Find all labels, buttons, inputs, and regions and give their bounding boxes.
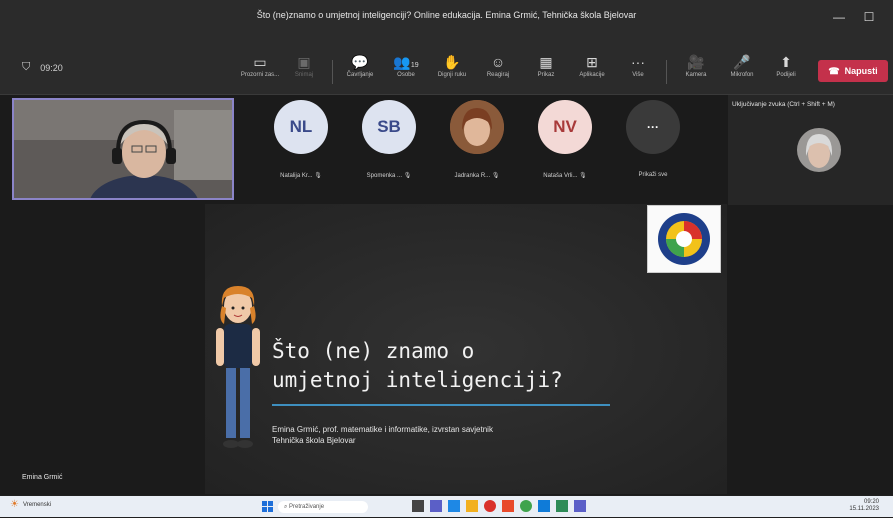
presenter-name-label: Emina Grmić — [22, 474, 63, 481]
avatar: NL — [274, 100, 328, 154]
share-icon: ⬆ — [780, 54, 792, 70]
unmute-hint: Uključivanje zvuka (Ctrl + Shift + M) — [732, 101, 835, 108]
avatar — [450, 100, 504, 154]
leave-button[interactable]: ☎ Napusti — [818, 60, 888, 82]
muted-mic-icon: 🎙 — [579, 173, 587, 179]
slide-title: Što (ne) znamo o umjetnoj inteligenciji? — [272, 339, 563, 392]
share-screen-icon: ▭ — [253, 54, 267, 70]
timer-text: 09:20 — [40, 62, 63, 73]
camera-icon: 🎥 — [687, 54, 705, 70]
taskbar-apps — [412, 500, 586, 512]
reactions-button[interactable]: ☺ Reagiraj — [476, 52, 520, 92]
avatar: NV — [538, 100, 592, 154]
slide-subtitle: Emina Grmić, prof. matematike i informat… — [272, 425, 493, 445]
apps-button[interactable]: ⊞ Aplikacije — [570, 52, 614, 92]
camera-button[interactable]: 🎥 Kamera — [674, 52, 718, 92]
browser-icon[interactable] — [520, 500, 532, 512]
toolbar-divider — [666, 60, 667, 84]
avatar: SB — [362, 100, 416, 154]
more-icon: ··· — [626, 100, 680, 154]
more-button[interactable]: ··· Više — [616, 52, 660, 92]
participant-photo — [450, 100, 504, 154]
task-view-icon[interactable] — [412, 500, 424, 512]
store-icon[interactable] — [556, 500, 568, 512]
apps-icon: ⊞ — [586, 54, 598, 70]
show-all-participants[interactable]: ··· Prikaži sve — [608, 100, 698, 178]
title-bar — [0, 0, 893, 50]
school-logo-emblem — [658, 213, 710, 265]
chat-button[interactable]: 💬 Čavrljanje — [338, 52, 382, 92]
teams-icon[interactable] — [430, 500, 442, 512]
maximize-button[interactable]: ☐ — [856, 6, 882, 28]
people-button[interactable]: 👥19 Osobe — [384, 52, 428, 92]
presenter-video[interactable] — [12, 98, 234, 200]
slide-title-underline — [272, 404, 610, 406]
toolbar-divider — [332, 60, 333, 84]
weather-widget[interactable]: ☀ Vremenski — [10, 499, 51, 510]
muted-mic-icon: 🎙 — [491, 173, 500, 179]
opera-icon[interactable] — [484, 500, 496, 512]
school-logo — [647, 205, 721, 273]
share-button[interactable]: ⬆ Podijeli — [764, 52, 808, 92]
window-title: Što (ne)znamo o umjetnoj inteligenciji? … — [256, 10, 637, 20]
muted-mic-icon: 🎙 — [403, 173, 412, 179]
participant-tile[interactable]: Jadranka R... 🎙 — [432, 100, 522, 179]
system-clock[interactable]: 09:20 15.11.2023 — [849, 499, 879, 513]
muted-mic-icon: 🎙 — [314, 173, 322, 179]
people-icon: 👥19 — [393, 54, 419, 70]
avatar[interactable] — [797, 128, 841, 172]
file-explorer-icon[interactable] — [466, 500, 478, 512]
start-button[interactable] — [262, 500, 274, 512]
participants-row: NL Natalija Kr... 🎙 SB Spomenka ... 🎙 Ja… — [240, 100, 710, 190]
people-count-badge: 19 — [410, 62, 419, 69]
mic-icon: 🎤 — [733, 54, 751, 70]
chat-icon: 💬 — [351, 54, 369, 70]
phone-hangup-icon: ☎ — [828, 65, 840, 76]
teams-chat-icon[interactable] — [574, 500, 586, 512]
taskbar-search[interactable]: ⌕ Pretraživanje — [278, 501, 368, 513]
record-button[interactable]: ▣ Snimaj — [282, 52, 326, 92]
shield-icon: ⛉ — [22, 61, 31, 73]
participant-tile[interactable]: SB Spomenka ... 🎙 — [344, 100, 434, 179]
weather-icon: ☀ — [10, 499, 19, 510]
windows-logo-icon — [262, 501, 273, 512]
record-icon: ▣ — [297, 54, 311, 70]
minimize-button[interactable]: — — [826, 6, 852, 28]
raise-hand-icon: ✋ — [443, 54, 461, 70]
participant-tile[interactable]: NL Natalija Kr... 🎙 — [256, 100, 346, 179]
mail-icon[interactable] — [538, 500, 550, 512]
chrome-icon[interactable] — [502, 500, 514, 512]
self-avatar-photo — [797, 128, 841, 172]
reactions-icon: ☺ — [490, 54, 506, 70]
presenter-webcam-image — [14, 100, 232, 198]
leave-label: Napusti — [844, 66, 878, 76]
mic-button[interactable]: 🎤 Mikrofon — [720, 52, 764, 92]
participant-tile[interactable]: NV Nataša Vrli... 🎙 — [520, 100, 610, 179]
more-icon: ··· — [631, 54, 645, 70]
view-button[interactable]: ▦ Prikaz — [524, 52, 568, 92]
edge-icon[interactable] — [448, 500, 460, 512]
cartoon-teacher-figure — [216, 286, 260, 448]
raise-hand-button[interactable]: ✋ Dignji ruku — [430, 52, 474, 92]
view-icon: ▦ — [539, 54, 553, 70]
meeting-timer: ⛉ 09:20 — [22, 61, 63, 74]
share-screen-button[interactable]: ▭ Prozorni zas... — [238, 52, 282, 92]
